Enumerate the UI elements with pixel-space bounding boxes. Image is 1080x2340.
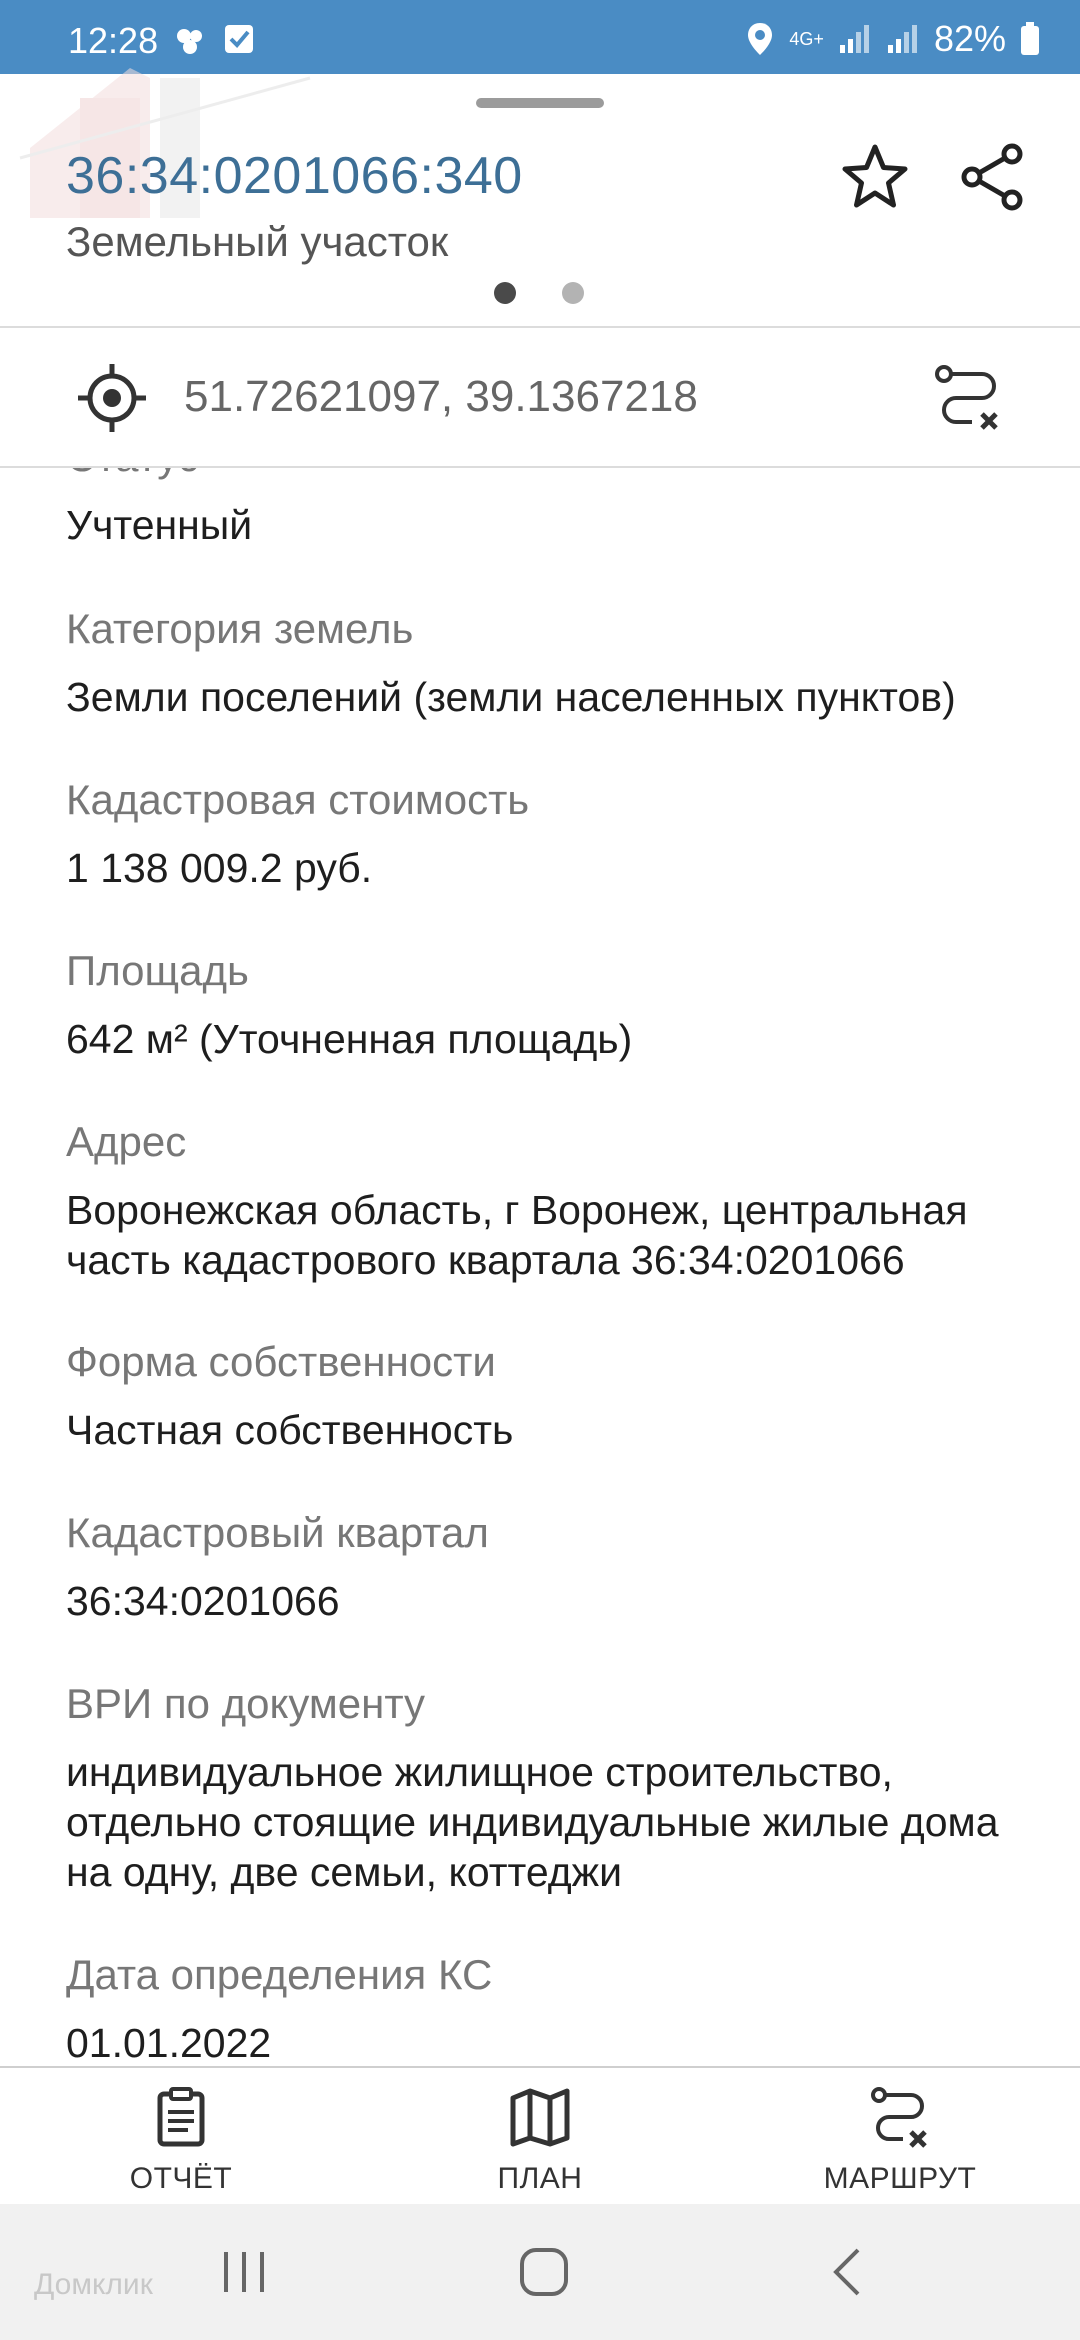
field-value-line: Воронежская область, г Воронеж, централь… [66, 1187, 968, 1233]
home-icon[interactable] [516, 2244, 572, 2300]
battery-icon [1021, 22, 1039, 55]
field-value: 36:34:0201066 [66, 1578, 340, 1624]
location-target-icon[interactable] [74, 360, 150, 436]
field-value: Частная собственность [66, 1407, 514, 1453]
field-value-line: индивидуальное жилищное строительство, [66, 1749, 893, 1795]
field-area: Площадь 642 м² (Уточненная площадь) [66, 946, 1046, 1064]
network-type: 4G+ [789, 28, 824, 49]
field-label: ВРИ по документу [66, 1680, 426, 1727]
signal-icon-2 [887, 25, 917, 53]
route-tab-label: МАРШРУТ [823, 2162, 977, 2195]
field-land-category: Категория земель Земли поселений (земли … [66, 604, 1046, 722]
field-address: Адрес Воронежская область, г Воронеж, це… [66, 1117, 1046, 1285]
field-cadastral-value: Кадастровая стоимость 1 138 009.2 руб. [66, 775, 1046, 893]
field-valuation-date: Дата определения КС 01.01.2022 [66, 1950, 1046, 2066]
plan-tab[interactable]: ПЛАН [420, 2086, 660, 2196]
field-label: Статус [66, 468, 1046, 482]
share-icon[interactable] [958, 142, 1028, 212]
divider [0, 326, 1080, 328]
report-tab-label: ОТЧЁТ [129, 2162, 233, 2195]
page-dot-active [494, 282, 516, 304]
object-type: Земельный участок [66, 218, 449, 265]
report-tab[interactable]: ОТЧЁТ [61, 2086, 301, 2196]
favorite-star-icon[interactable] [840, 142, 910, 212]
recent-apps-icon[interactable] [216, 2244, 272, 2300]
route-clear-icon[interactable] [934, 364, 1004, 434]
field-value: Воронежская область, г Воронеж, централь… [66, 1185, 1046, 1285]
location-icon [748, 23, 773, 55]
field-cadastral-quarter: Кадастровый квартал 36:34:0201066 [66, 1508, 1046, 1626]
field-label: Форма собственности [66, 1338, 496, 1385]
details-list[interactable]: Статус Учтенный Категория земель Земли п… [0, 468, 1080, 2066]
bottom-nav: ОТЧЁТ ПЛАН МАРШРУТ [0, 2066, 1080, 2206]
back-icon[interactable] [820, 2244, 876, 2300]
clipboard-icon [157, 2087, 205, 2147]
coordinates-row: 51.72621097, 39.1367218 [0, 330, 1080, 466]
watermark-logo [19, 68, 311, 218]
field-value-line: на одну, две семьи, коттеджи [66, 1849, 623, 1895]
page-dot [562, 282, 584, 304]
field-value: индивидуальное жилищное строительство, о… [66, 1747, 1046, 1897]
field-label: Площадь [66, 947, 249, 994]
field-value: Земли поселений (земли населенных пункто… [66, 674, 956, 720]
route-icon [871, 2087, 927, 2148]
map-icon [510, 2088, 570, 2147]
field-label: Категория земель [66, 605, 414, 652]
field-value-line: часть кадастрового квартала 36:34:020106… [66, 1237, 905, 1283]
coordinates-text[interactable]: 51.72621097, 39.1367218 [184, 372, 698, 422]
field-value: 1 138 009.2 руб. [66, 845, 373, 891]
battery-level: 82% [933, 18, 1006, 59]
field-label: Дата определения КС [66, 1951, 493, 1998]
field-ownership-form: Форма собственности Частная собственност… [66, 1337, 1046, 1455]
field-label: Кадастровая стоимость [66, 776, 530, 823]
field-permitted-use: ВРИ по документу индивидуальное жилищное… [66, 1679, 1046, 1897]
field-label: Адрес [66, 1118, 187, 1165]
field-label: Кадастровый квартал [66, 1509, 489, 1556]
field-value: 642 м² (Уточненная площадь) [66, 1016, 633, 1062]
field-value-line: отдельно стоящие индивидуальные жилые до… [66, 1799, 999, 1845]
page-indicator [494, 282, 584, 304]
sheet-drag-handle[interactable] [476, 98, 604, 108]
system-nav-bar: Домклик [0, 2204, 1080, 2340]
route-tab[interactable]: МАРШРУТ [780, 2086, 1020, 2196]
cadastral-number: 36:34:0201066:340 [66, 147, 523, 205]
field-status: Статус Учтенный [66, 468, 1046, 550]
field-value: Учтенный [66, 502, 253, 548]
plan-tab-label: ПЛАН [497, 2162, 583, 2195]
signal-icon [839, 25, 869, 53]
domclick-watermark: Домклик [34, 2268, 153, 2301]
field-value: 01.01.2022 [66, 2020, 272, 2066]
